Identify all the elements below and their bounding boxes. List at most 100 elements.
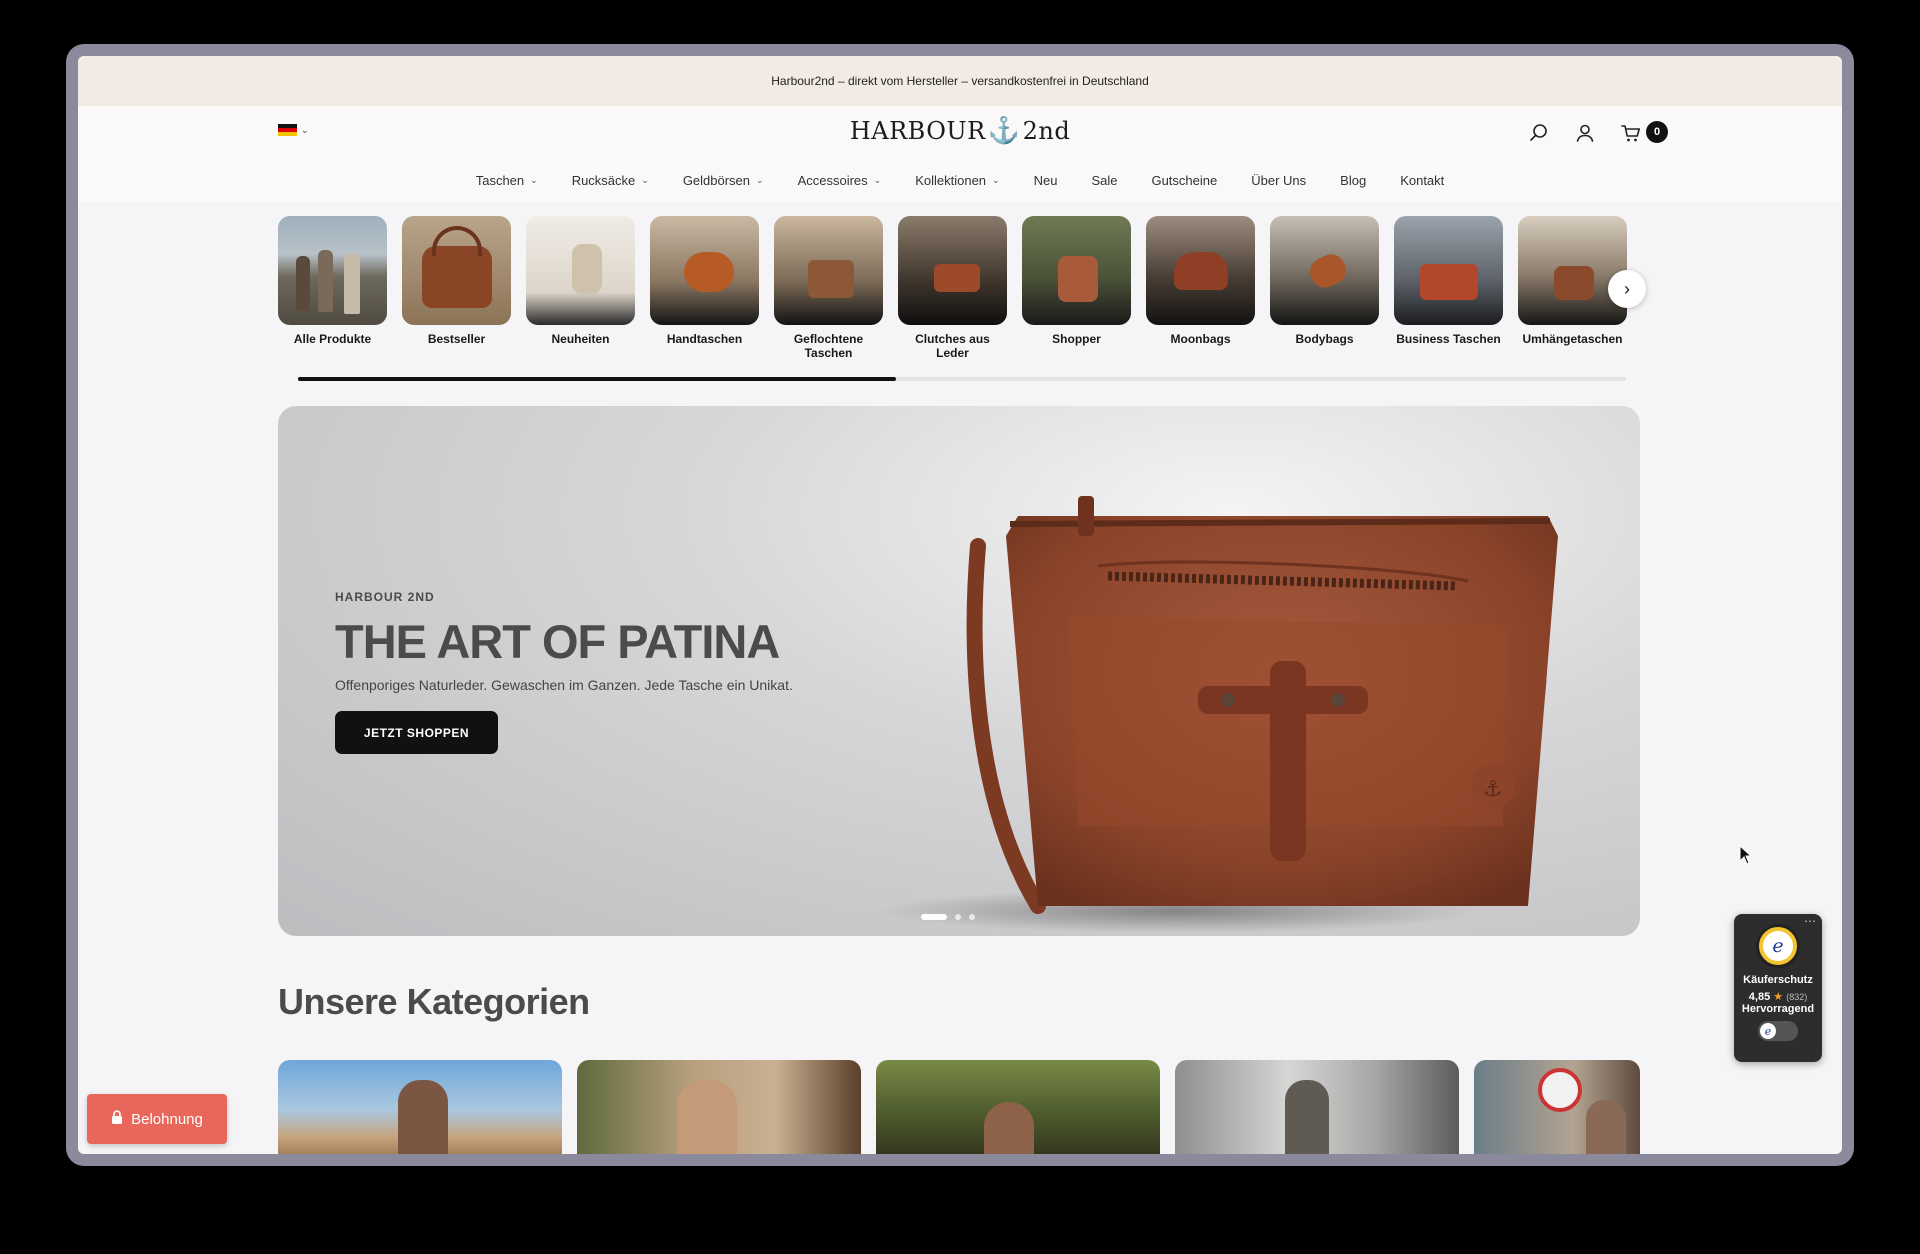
main-navigation: Taschen ⌄ Rucksäcke ⌄ Geldbörsen ⌄ Accessoi… bbox=[78, 158, 1842, 202]
nav-item-accessoires[interactable]: Accessoires ⌄ bbox=[798, 173, 882, 188]
category-card[interactable] bbox=[278, 1060, 562, 1154]
more-options-icon[interactable]: ⋯ bbox=[1804, 914, 1816, 928]
category-tile[interactable]: Bestseller bbox=[402, 216, 511, 360]
trusted-shops-logo-icon: e bbox=[1760, 1023, 1776, 1039]
search-icon[interactable] bbox=[1528, 122, 1550, 144]
carousel-next-button[interactable]: › bbox=[1608, 270, 1646, 308]
category-label: Neuheiten bbox=[551, 332, 610, 346]
nav-item-sale[interactable]: Sale bbox=[1091, 173, 1117, 188]
category-label: Umhängetaschen bbox=[1522, 332, 1623, 346]
svg-text:⚓: ⚓ bbox=[1483, 777, 1503, 802]
trusted-shops-seal-icon: e bbox=[1756, 924, 1800, 968]
nav-label: Geldbörsen bbox=[682, 172, 751, 188]
category-label: Shopper bbox=[1052, 332, 1101, 346]
chevron-down-icon: ⌄ bbox=[992, 174, 1000, 185]
trust-label: Käuferschutz bbox=[1743, 974, 1813, 986]
trust-toggle[interactable]: e bbox=[1758, 1021, 1798, 1041]
category-image bbox=[278, 216, 387, 325]
lock-icon bbox=[111, 1110, 123, 1128]
nav-label: Sale bbox=[1091, 172, 1118, 188]
hero-subtitle: Offenporiges Naturleder. Gewaschen im Ga… bbox=[335, 677, 793, 693]
nav-label: Rucksäcke bbox=[571, 172, 636, 188]
nav-item-taschen[interactable]: Taschen ⌄ bbox=[476, 173, 538, 188]
nav-item-neu[interactable]: Neu bbox=[1034, 173, 1058, 188]
category-tile[interactable]: Geflochtene Taschen bbox=[774, 216, 883, 360]
trusted-shops-badge[interactable]: ⋯ e Käuferschutz 4,85 ★ (832) Hervorrage… bbox=[1734, 914, 1822, 1062]
category-label: Handtaschen bbox=[666, 332, 743, 346]
reward-button[interactable]: Belohnung bbox=[87, 1094, 227, 1144]
category-list: Alle Produkte Bestseller Neuheiten Handt… bbox=[278, 216, 1627, 360]
category-label: Clutches aus Leder bbox=[915, 332, 990, 360]
nav-item-blog[interactable]: Blog bbox=[1340, 173, 1366, 188]
header-actions: 0 bbox=[1528, 121, 1668, 144]
logo-text-left: HARBOUR bbox=[849, 117, 986, 145]
category-image bbox=[1270, 216, 1379, 325]
category-tile[interactable]: Bodybags bbox=[1270, 216, 1379, 360]
anchor-icon: ⚓ bbox=[987, 116, 1021, 146]
trust-rating-value: 4,85 bbox=[1748, 991, 1771, 1003]
category-card[interactable] bbox=[577, 1060, 861, 1154]
category-image bbox=[898, 216, 1007, 325]
slide-dot-2[interactable] bbox=[955, 914, 961, 920]
category-label: Moonbags bbox=[1170, 332, 1231, 346]
trust-verdict: Hervorragend bbox=[1741, 1003, 1815, 1015]
site-logo[interactable]: HARBOUR ⚓ 2nd bbox=[850, 116, 1070, 146]
account-icon[interactable] bbox=[1574, 122, 1596, 144]
shop-now-button[interactable]: JETZT SHOPPEN bbox=[335, 711, 498, 754]
category-image bbox=[1022, 216, 1131, 325]
category-tile[interactable]: Shopper bbox=[1022, 216, 1131, 360]
language-selector[interactable]: ⌄ bbox=[278, 124, 309, 136]
nav-item-kontakt[interactable]: Kontakt bbox=[1400, 173, 1444, 188]
announcement-bar: Harbour2nd – direkt vom Hersteller – ver… bbox=[78, 56, 1842, 106]
scrollbar-thumb[interactable] bbox=[298, 377, 896, 381]
site-header: ⌄ HARBOUR ⚓ 2nd 0 bbox=[78, 106, 1842, 158]
logo-text-right: 2nd bbox=[1022, 117, 1071, 145]
slide-dot-3[interactable] bbox=[969, 914, 975, 920]
nav-label: Kollektionen bbox=[915, 172, 987, 188]
nav-label: Taschen bbox=[475, 172, 525, 188]
category-scrollbar[interactable] bbox=[298, 377, 1626, 381]
category-cards bbox=[278, 1060, 1640, 1154]
category-tile[interactable]: Handtaschen bbox=[650, 216, 759, 360]
cart-icon[interactable]: 0 bbox=[1620, 121, 1668, 144]
nav-item-rucksaecke[interactable]: Rucksäcke ⌄ bbox=[572, 173, 649, 188]
category-label: Geflochtene Taschen bbox=[793, 332, 864, 360]
hero-content: HARBOUR 2ND THE ART OF PATINA Offenporig… bbox=[335, 590, 793, 754]
german-flag-icon bbox=[278, 124, 297, 136]
category-card[interactable] bbox=[1474, 1060, 1640, 1154]
category-carousel: Alle Produkte Bestseller Neuheiten Handt… bbox=[78, 202, 1842, 406]
mouse-cursor-icon bbox=[1739, 844, 1753, 870]
nav-item-kollektionen[interactable]: Kollektionen ⌄ bbox=[915, 173, 999, 188]
nav-label: Accessoires bbox=[797, 172, 868, 188]
hero-eyebrow: HARBOUR 2ND bbox=[335, 590, 435, 604]
category-image bbox=[1394, 216, 1503, 325]
trust-review-count: (832) bbox=[1786, 992, 1808, 1002]
chevron-right-icon: › bbox=[1624, 278, 1630, 299]
chevron-down-icon: ⌄ bbox=[756, 174, 764, 185]
category-image bbox=[650, 216, 759, 325]
category-image bbox=[1146, 216, 1255, 325]
category-tile[interactable]: Neuheiten bbox=[526, 216, 635, 360]
nav-item-geldboersen[interactable]: Geldbörsen ⌄ bbox=[683, 173, 764, 188]
cart-count-badge: 0 bbox=[1646, 121, 1668, 143]
categories-section-title: Unsere Kategorien bbox=[278, 981, 590, 1022]
slide-dot-1[interactable] bbox=[921, 914, 947, 920]
category-tile[interactable]: Business Taschen bbox=[1394, 216, 1503, 360]
chevron-down-icon: ⌄ bbox=[301, 124, 309, 135]
reward-label: Belohnung bbox=[131, 1110, 203, 1128]
nav-label: Neu bbox=[1033, 172, 1058, 188]
announcement-text: Harbour2nd – direkt vom Hersteller – ver… bbox=[771, 74, 1149, 88]
category-label: Alle Produkte bbox=[293, 332, 372, 346]
nav-item-gutscheine[interactable]: Gutscheine bbox=[1151, 173, 1217, 188]
nav-label: Blog bbox=[1340, 172, 1367, 188]
nav-label: Kontakt bbox=[1400, 172, 1445, 188]
category-tile[interactable]: Alle Produkte bbox=[278, 216, 387, 360]
category-tile[interactable]: Clutches aus Leder bbox=[898, 216, 1007, 360]
trust-rating: 4,85 ★ (832) bbox=[1734, 990, 1822, 1003]
category-tile[interactable]: Moonbags bbox=[1146, 216, 1255, 360]
category-card[interactable] bbox=[1175, 1060, 1459, 1154]
page: Harbour2nd – direkt vom Hersteller – ver… bbox=[78, 56, 1842, 1154]
browser-window: Harbour2nd – direkt vom Hersteller – ver… bbox=[66, 44, 1854, 1166]
nav-item-ueber-uns[interactable]: Über Uns bbox=[1251, 173, 1306, 188]
category-card[interactable] bbox=[876, 1060, 1160, 1154]
